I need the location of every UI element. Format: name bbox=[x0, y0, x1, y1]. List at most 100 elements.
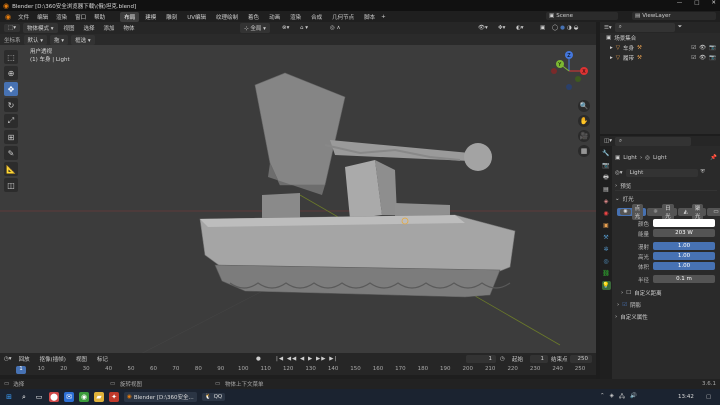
outliner-item[interactable]: ▸ ▽ 车身 ⚒ ☑ 👁 📷 bbox=[600, 43, 720, 53]
tab-uv-editing[interactable]: UV编辑 bbox=[183, 12, 210, 22]
system-tray[interactable]: ⌃ ◈ 🖧 🔊 bbox=[600, 393, 637, 402]
hide-eye-icon[interactable]: 👁 bbox=[699, 55, 706, 61]
timeline-ruler[interactable]: 1 10 20 30 40 50 60 70 80 90 100 110 120 130 140 150 16… bbox=[0, 365, 596, 375]
output-tab-icon[interactable]: 🖶 bbox=[602, 173, 611, 182]
datablock-type-icon[interactable]: ◎▾ bbox=[615, 170, 623, 176]
tray-app-icon[interactable]: ◈ bbox=[610, 393, 614, 402]
collapse-arrow-icon[interactable]: › bbox=[615, 183, 617, 189]
snap-icon[interactable]: ⌂ ▾ bbox=[300, 25, 308, 31]
playback-controls[interactable]: |◀ ◀◀ ◀ ▶ ▶▶ ▶| bbox=[276, 356, 337, 362]
clock-time[interactable]: 13:42 bbox=[678, 394, 694, 400]
tab-texture-paint[interactable]: 纹理绘制 bbox=[212, 12, 242, 22]
camera-view-icon[interactable]: 🎥 bbox=[578, 130, 590, 142]
outliner-search-input[interactable]: ⌕ bbox=[614, 23, 675, 32]
material-shading-icon[interactable]: ◑ bbox=[567, 25, 572, 31]
exclude-checkbox[interactable]: ☑ bbox=[691, 45, 696, 51]
shadow-checkbox[interactable]: ☑ bbox=[622, 302, 627, 308]
particles-tab-icon[interactable]: ✲ bbox=[602, 245, 611, 254]
search-icon[interactable]: ⌕ bbox=[19, 392, 29, 402]
network-icon[interactable]: 🖧 bbox=[619, 393, 625, 402]
xray-toggle-icon[interactable]: ▣ bbox=[540, 25, 545, 31]
tab-layout[interactable]: 布局 bbox=[120, 11, 140, 22]
navigation-gizmo[interactable]: X Z Y bbox=[546, 48, 592, 94]
gizmo-toggle-icon[interactable]: ✥▾ bbox=[498, 25, 505, 31]
collapse-arrow-icon[interactable]: › bbox=[615, 314, 617, 320]
menu-object[interactable]: 物体 bbox=[121, 23, 138, 33]
point-light-option[interactable]: ✺ 点光 bbox=[617, 204, 647, 220]
tab-modeling[interactable]: 建模 bbox=[141, 12, 160, 22]
proportional-edit-icon[interactable]: ◎ ∧ bbox=[330, 25, 341, 31]
editor-type-button[interactable]: ⬚▾ bbox=[4, 24, 20, 32]
wireframe-shading-icon[interactable]: ◯ bbox=[552, 25, 558, 31]
annotate-tool-icon[interactable]: ✎ bbox=[4, 146, 18, 160]
menu-file[interactable]: 文件 bbox=[15, 12, 32, 22]
tab-rendering[interactable]: 渲染 bbox=[286, 12, 305, 22]
app-icon-4[interactable]: ✦ bbox=[109, 392, 119, 402]
cursor-tool-icon[interactable]: ⊕ bbox=[4, 66, 18, 80]
app-icon-2[interactable]: ✉ bbox=[64, 392, 74, 402]
expand-arrow-icon[interactable]: ▸ bbox=[610, 55, 613, 61]
playhead[interactable]: 1 bbox=[16, 366, 26, 374]
light-data-tab-icon[interactable]: 💡 bbox=[601, 281, 611, 290]
windows-start-icon[interactable]: ⊞ bbox=[4, 392, 14, 402]
render-camera-icon[interactable]: 📷 bbox=[709, 55, 716, 61]
tab-compositing[interactable]: 合成 bbox=[307, 12, 326, 22]
blender-menu-icon[interactable]: ◉ bbox=[3, 13, 13, 21]
datablock-shield-icon[interactable]: ⛨ bbox=[701, 169, 705, 176]
marker-menu[interactable]: 标记 bbox=[94, 354, 111, 364]
menu-render[interactable]: 渲染 bbox=[53, 12, 70, 22]
custom-distance-subpanel[interactable]: › ☐ 自定义距离 bbox=[621, 288, 720, 297]
3d-viewport[interactable] bbox=[0, 45, 596, 353]
hide-eye-icon[interactable]: 👁 bbox=[699, 45, 706, 51]
exclude-checkbox[interactable]: ☑ bbox=[691, 55, 696, 61]
pivot-icon[interactable]: ⊗▾ bbox=[282, 25, 289, 31]
visibility-icon[interactable]: 👁▾ bbox=[478, 25, 488, 31]
datablock-name-field[interactable]: Light bbox=[625, 168, 698, 177]
record-button-icon[interactable]: ● bbox=[256, 356, 261, 362]
taskbar-blender-app[interactable]: ◉ Blender [D:\360安全... bbox=[124, 392, 197, 402]
keying-menu[interactable]: 抠像(插帧) bbox=[37, 354, 69, 364]
collapse-arrow-icon[interactable]: › bbox=[617, 302, 619, 308]
shadow-subpanel[interactable]: › ☑ 阴影 bbox=[617, 300, 719, 309]
pan-view-icon[interactable]: ✋ bbox=[578, 115, 590, 127]
taskbar-qq-app[interactable]: 🐧 QQ bbox=[201, 393, 226, 401]
filter-icon[interactable]: ⏷ bbox=[678, 24, 682, 31]
world-tab-icon[interactable]: ◉ bbox=[602, 209, 611, 218]
ortho-toggle-icon[interactable]: ▦ bbox=[578, 145, 590, 157]
tab-animation[interactable]: 动画 bbox=[265, 12, 284, 22]
minimize-button[interactable]: — bbox=[677, 0, 683, 6]
measure-tool-icon[interactable]: 📐 bbox=[4, 162, 18, 176]
timeline-area[interactable]: 1 10 20 30 40 50 60 70 80 90 100 110 120 130 140 150 16… bbox=[0, 365, 596, 379]
modifier-tab-icon[interactable]: ⚒ bbox=[602, 233, 611, 242]
view-layer-selector[interactable]: ▤ ViewLayer bbox=[632, 12, 716, 20]
scale-tool-icon[interactable]: ⤢ bbox=[4, 114, 18, 128]
file-explorer-icon[interactable]: ▰ bbox=[94, 392, 104, 402]
overlay-toggle-icon[interactable]: ◐▾ bbox=[516, 25, 524, 31]
area-light-option[interactable]: ▭面光 bbox=[707, 208, 720, 216]
outliner-editor-icon[interactable]: ☰▾ bbox=[604, 25, 612, 31]
render-tab-icon[interactable]: 📷 bbox=[602, 161, 611, 170]
rendered-shading-icon[interactable]: ◒ bbox=[574, 25, 579, 31]
scene-tab-icon[interactable]: ◈ bbox=[602, 197, 611, 206]
menu-select[interactable]: 选择 bbox=[81, 23, 98, 33]
object-mode-dropdown[interactable]: 物体模式 ▾ bbox=[22, 23, 58, 33]
outliner-scene-collection[interactable]: ▣ 场景集合 bbox=[600, 33, 720, 43]
menu-add[interactable]: 添加 bbox=[101, 23, 118, 33]
select-tool-icon[interactable]: ⬚ bbox=[4, 50, 18, 64]
app-icon-3[interactable]: ◉ bbox=[79, 392, 89, 402]
add-workspace-icon[interactable]: + bbox=[381, 14, 386, 20]
light-color-swatch[interactable] bbox=[653, 219, 715, 227]
object-tab-icon[interactable]: ▣ bbox=[602, 221, 611, 230]
tab-sculpting[interactable]: 雕刻 bbox=[162, 12, 181, 22]
scene-selector[interactable]: ▣ Scene bbox=[546, 12, 618, 20]
tab-scripting[interactable]: 脚本 bbox=[360, 12, 379, 22]
spot-light-option[interactable]: ◭ 聚光 bbox=[677, 204, 707, 220]
custom-distance-checkbox[interactable]: ☐ bbox=[626, 290, 631, 296]
tool-tab-icon[interactable]: 🔧 bbox=[602, 149, 611, 158]
end-frame-field[interactable]: 250 bbox=[570, 355, 592, 363]
move-tool-icon[interactable]: ✥ bbox=[4, 82, 18, 96]
radius-field[interactable]: 0.1 m bbox=[653, 275, 715, 283]
render-camera-icon[interactable]: 📷 bbox=[709, 45, 716, 51]
preview-section[interactable]: › 预览 bbox=[615, 182, 717, 191]
start-frame-field[interactable]: 1 bbox=[530, 355, 548, 363]
